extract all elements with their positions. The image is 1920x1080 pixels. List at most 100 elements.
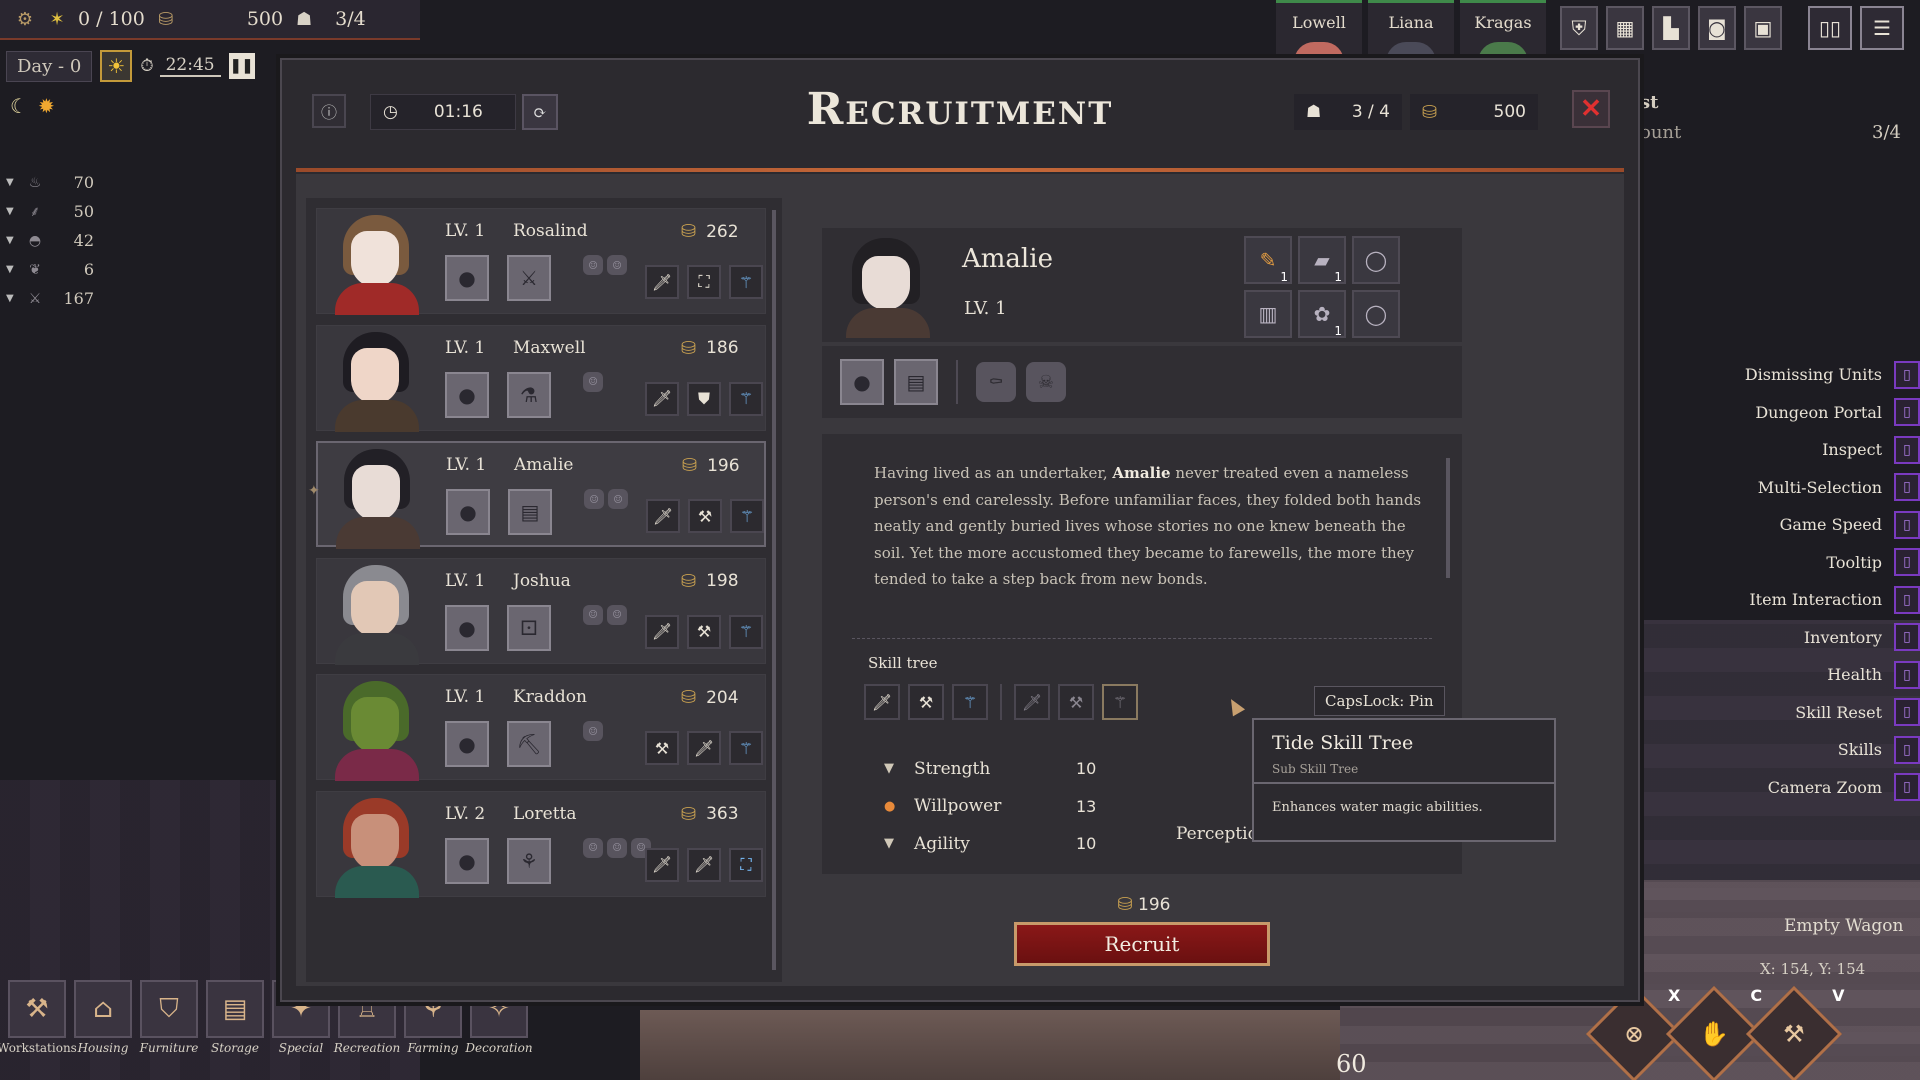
trait-icon[interactable]: ☺ — [607, 837, 627, 858]
equipment-slot[interactable]: ◯ — [1352, 290, 1400, 338]
toolbar-furniture[interactable]: ⛉ Furniture — [138, 980, 200, 1055]
collapse-arrow-icon[interactable]: ▼ — [6, 206, 16, 217]
skill-tree-icon[interactable]: ⚚ — [729, 614, 763, 649]
recruit-list[interactable]: LV. 1 Rosalind ⛁ 262 ● ⚔ ☺ ☺ 🗡 ⛶ ⚚ LV. 1 Maxwell ⛁ 186… — [306, 198, 782, 982]
skill-tree-icon[interactable]: ⚚ — [729, 381, 763, 416]
shield-menu-button[interactable]: ⛨ — [1560, 6, 1598, 50]
collapse-arrow-icon[interactable]: ▼ — [6, 177, 16, 188]
day-time-panel: Day - 0 ☀ ⏱ 22:45 ❚❚ — [6, 50, 255, 82]
skill-tree-icon[interactable]: 🗡 — [645, 847, 679, 882]
recruit-list-scrollbar[interactable] — [772, 210, 776, 970]
resource-bar: ⚙ ✶ 0 / 100 ⛁ 500 ☗ 3/4 — [0, 0, 420, 40]
journal-button[interactable]: ▯▯ — [1808, 6, 1852, 50]
equipment-slot[interactable]: ▥ — [1244, 290, 1292, 338]
class-slot[interactable]: ● — [445, 837, 489, 884]
recruit-card[interactable]: LV. 1 Kraddon ⛁ 204 ● ⛏ ☺ ⚒ 🗡 ⚚ — [316, 674, 766, 782]
toolbar-workstations[interactable]: ⚒ Workstations — [0, 980, 77, 1055]
population-count: 3/4 — [335, 8, 366, 30]
skill-tree-icon[interactable]: ⛶ — [687, 265, 721, 299]
equipment-slot[interactable]: ▰ 1 — [1298, 236, 1346, 284]
role-slot[interactable]: ⛏ — [507, 721, 551, 768]
trait-icon[interactable]: ☺ — [583, 837, 603, 858]
class-slot[interactable]: ● — [445, 604, 489, 651]
class-slot[interactable]: ● — [840, 359, 884, 405]
skill-tree-icon[interactable]: 🗡 — [645, 614, 679, 649]
skill-tree-icon[interactable]: ⚚ — [729, 265, 763, 299]
stats-menu-button[interactable]: ▙ — [1652, 6, 1690, 50]
skill-tree-hammer[interactable]: ⚒ — [908, 684, 944, 720]
party-member[interactable]: Lowell — [1276, 0, 1362, 56]
chest-menu-button[interactable]: ▣ — [1744, 6, 1782, 50]
skill-tree-icon[interactable]: ⚚ — [729, 731, 763, 766]
party-member[interactable]: Kragas — [1460, 0, 1546, 56]
willpower-icon: ● — [884, 798, 896, 814]
skill-tree-icon[interactable]: 🗡 — [645, 265, 679, 299]
trait-badge[interactable]: ☠ — [1026, 362, 1066, 402]
housing-icon: ⌂ — [74, 980, 132, 1038]
skill-tree-icon[interactable]: 🗡 — [687, 731, 721, 766]
day-phase-button[interactable]: ☀ — [100, 50, 133, 82]
role-slot[interactable]: ⚘ — [507, 837, 551, 884]
recruit-card[interactable]: LV. 2 Loretta ⛁ 363 ● ⚘ ☺ ☺ ☺ 🗡 🗡 ⛶ — [316, 790, 766, 898]
build-action-button[interactable]: ⚒ — [1745, 985, 1843, 1080]
resource-row[interactable]: ▼ ◓ 42 — [6, 226, 94, 255]
collapse-arrow-icon[interactable]: ▼ — [6, 264, 16, 275]
recruit-card[interactable]: LV. 1 Joshua ⛁ 198 ● ⚀ ☺ ☺ 🗡 ⚒ ⚚ — [316, 557, 766, 665]
trait-badge[interactable]: ⚰ — [976, 362, 1016, 402]
role-slot[interactable]: ⚗ — [507, 371, 551, 418]
skill-tree-icon[interactable]: ⚒ — [688, 499, 722, 534]
role-slot[interactable]: ▤ — [894, 359, 938, 405]
recruit-card[interactable]: LV. 1 Rosalind ⛁ 262 ● ⚔ ☺ ☺ 🗡 ⛶ ⚚ — [316, 208, 766, 315]
toolbar-storage[interactable]: ▤ Storage — [204, 980, 266, 1055]
close-button[interactable]: ✕ — [1572, 90, 1610, 128]
skill-tree-icon[interactable]: ⛊ — [687, 381, 721, 416]
collapse-arrow-icon[interactable]: ▼ — [6, 293, 16, 304]
equipment-slot[interactable]: ✿ 1 — [1298, 290, 1346, 338]
class-slot[interactable]: ● — [445, 255, 489, 301]
resource-row[interactable]: ▼ ❦ 6 — [6, 255, 94, 284]
recruit-button[interactable]: Recruit — [1014, 922, 1270, 966]
class-slot[interactable]: ● — [445, 721, 489, 768]
party-member[interactable]: Liana — [1368, 0, 1454, 56]
skill-tree-icon[interactable]: ⚒ — [645, 731, 679, 766]
skill-tree-sword[interactable]: 🗡 — [864, 684, 900, 720]
trait-icon[interactable]: ☺ — [583, 255, 603, 275]
class-slot[interactable]: ● — [446, 489, 490, 536]
trait-icon[interactable]: ☺ — [607, 604, 627, 625]
resource-value: 70 — [73, 173, 94, 192]
role-slot[interactable]: ▤ — [508, 489, 552, 536]
toolbar-housing[interactable]: ⌂ Housing — [72, 980, 134, 1055]
resource-row[interactable]: ▼ ♨ 70 — [6, 168, 94, 197]
sub-skill-tree-tide[interactable]: ⚚ — [1102, 684, 1138, 720]
equipment-slot[interactable]: ◯ — [1352, 236, 1400, 284]
list-menu-button[interactable]: ☰ — [1860, 6, 1904, 50]
resource-row[interactable]: ▼ ⸙ 50 — [6, 197, 94, 226]
recruit-card[interactable]: LV. 1 Maxwell ⛁ 186 ● ⚗ ☺ 🗡 ⛊ ⚚ — [316, 324, 766, 432]
trait-icon[interactable]: ☺ — [607, 255, 627, 275]
sub-skill-tree-hammer[interactable]: ⚒ — [1058, 684, 1094, 720]
backstory-scrollbar[interactable] — [1446, 458, 1450, 578]
sub-skill-tree-sword[interactable]: 🗡 — [1014, 684, 1050, 720]
skill-tree-icon[interactable]: 🗡 — [645, 381, 679, 416]
role-slot[interactable]: ⚔ — [507, 255, 551, 301]
bag-menu-button[interactable]: ◙ — [1698, 6, 1736, 50]
role-slot[interactable]: ⚀ — [507, 604, 551, 651]
collapse-arrow-icon[interactable]: ▼ — [6, 235, 16, 246]
pause-button[interactable]: ❚❚ — [228, 53, 255, 79]
skill-tree-icon[interactable]: ⚚ — [730, 499, 764, 534]
skill-tree-icon[interactable]: ⛶ — [729, 847, 763, 882]
trait-icon[interactable]: ☺ — [583, 604, 603, 625]
recruit-card[interactable]: LV. 1 Amalie ⛁ 196 ● ▤ ☺ ☺ 🗡 ⚒ ⚚ ✦ — [308, 441, 766, 550]
class-slot[interactable]: ● — [445, 371, 489, 418]
skill-tree-icon[interactable]: 🗡 — [646, 499, 680, 534]
map-menu-button[interactable]: ▦ — [1606, 6, 1644, 50]
skill-tree-staff[interactable]: ⚚ — [952, 684, 988, 720]
trait-icon[interactable]: ☺ — [608, 489, 628, 510]
skill-tree-icon[interactable]: 🗡 — [687, 847, 721, 882]
resource-row[interactable]: ▼ ⚔ 167 — [6, 284, 94, 313]
trait-icon[interactable]: ☺ — [584, 489, 604, 510]
trait-icon[interactable]: ☺ — [583, 721, 603, 742]
equipment-slot[interactable]: ✎ 1 — [1244, 236, 1292, 284]
skill-tree-icon[interactable]: ⚒ — [687, 614, 721, 649]
trait-icon[interactable]: ☺ — [583, 371, 603, 392]
